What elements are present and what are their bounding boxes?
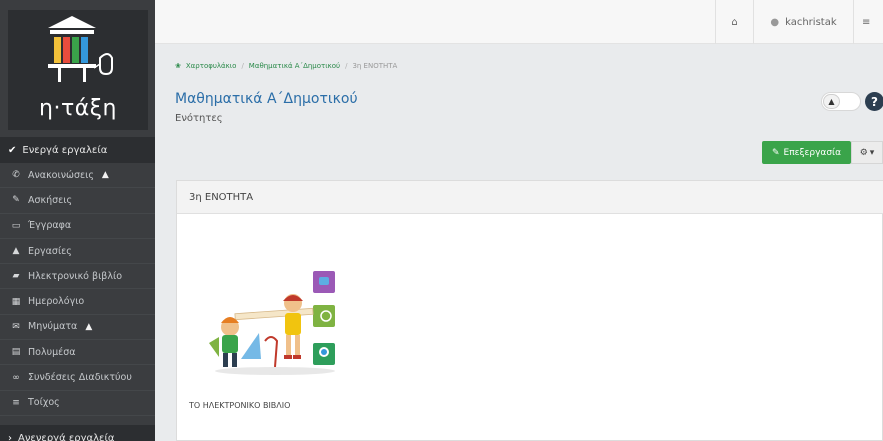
user-icon: ● [770,16,780,28]
sidebar-item-messages[interactable]: ✉ Μηνύματα ▲ [0,315,155,341]
settings-dropdown-button[interactable]: ⚙ ▾ [851,141,883,164]
inactive-tools-label: Ανενεργά εργαλεία [18,432,115,441]
flask-icon: ▲ [12,246,20,257]
ebook-caption[interactable]: ΤΟ ΗΛΕΚΤΡΟΝΙΚΟ ΒΙΒΛΙΟ [189,401,290,410]
edit-icon: ✎ [12,195,20,206]
panel-heading: 3η ΕΝΟΤΗΤΑ [177,181,883,214]
sidebar-item-label: Ηλεκτρονικό βιβλίο [28,270,123,282]
calendar-icon: ▦ [11,296,21,307]
graduation-cap-icon: ▲ [823,94,840,109]
panel-title: 3η ΕΝΟΤΗΤΑ [189,191,254,203]
sidebar-item-documents[interactable]: ▭ Έγγραφα [0,214,155,239]
ebook-illustration[interactable] [205,263,365,381]
megaphone-icon: ✆ [12,170,20,181]
sidebar-item-label: Ημερολόγιο [28,296,85,308]
book-icon: ▰ [12,271,20,282]
help-button[interactable]: ? [865,92,883,111]
sidebar-item-assignments[interactable]: ▲ Εργασίες [0,239,155,265]
sidebar-tool-list: ✆ Ανακοινώσεις ▲ ✎ Ασκήσεις ▭ Έγγραφα ▲ … [0,163,155,416]
top-bar: ⌂ ● kachristak ≡ [155,0,883,44]
logo-text: η·τάξη [39,96,117,121]
breadcrumb-separator: / [241,62,244,70]
film-icon: ▤ [11,347,21,358]
page-frame: η·τάξη ✔ Ενεργά εργαλεία ✆ Ανακοινώσεις … [0,0,883,441]
sidebar-item-label: Πολυμέσα [28,346,76,358]
sidebar: η·τάξη ✔ Ενεργά εργαλεία ✆ Ανακοινώσεις … [0,0,155,441]
chevron-down-icon: ▾ [869,147,875,158]
sidebar-item-label: Μηνύματα [28,321,78,333]
page-title[interactable]: Μαθηματικά Α΄Δημοτικού [175,91,358,107]
sidebar-item-multimedia[interactable]: ▤ Πολυμέσα [0,340,155,366]
sidebar-item-label: Τοίχος [28,397,60,409]
edit-button[interactable]: ✎ Επεξεργασία [762,141,851,164]
username: kachristak [785,16,837,28]
sidebar-item-label: Ασκήσεις [28,194,73,206]
sidebar-item-calendar[interactable]: ▦ Ημερολόγιο [0,289,155,315]
chevron-down-icon: ✔ [8,144,17,156]
link-icon: ∞ [12,372,20,383]
sidebar-item-label: Συνδέσεις Διαδικτύου [28,372,132,384]
sidebar-item-label: Ανακοινώσεις [28,169,94,181]
menu-button[interactable]: ≡ [853,0,883,44]
help-icon: ? [871,94,878,109]
warning-icon: ▲ [101,170,109,181]
envelope-icon: ✉ [12,321,20,332]
breadcrumb-separator: / [345,62,348,70]
portfolio-icon: ❀ [175,62,181,70]
app-logo[interactable]: η·τάξη [8,10,148,130]
gears-icon: ⚙ [859,147,868,158]
breadcrumb-course[interactable]: Μαθηματικά Α΄Δημοτικού [249,62,340,70]
sidebar-item-exercises[interactable]: ✎ Ασκήσεις [0,188,155,214]
inactive-tools-header[interactable]: › Ανενεργά εργαλεία [0,425,155,441]
list-icon: ≡ [12,397,20,408]
sidebar-item-ebook[interactable]: ▰ Ηλεκτρονικό βιβλίο [0,264,155,290]
sidebar-item-wall[interactable]: ≡ Τοίχος [0,391,155,416]
sidebar-item-label: Έγγραφα [28,220,72,232]
sidebar-item-label: Εργασίες [28,245,72,257]
unit-panel: 3η ΕΝΟΤΗΤΑ ΤΟ ΗΛΕΚΤΡΟΝΙΚΟ ΒΙΒΛΙΟ [176,180,883,441]
warning-icon: ▲ [85,321,93,332]
student-view-toggle[interactable]: ▲ [821,92,861,111]
folder-icon: ▭ [11,220,21,231]
menu-icon: ≡ [862,16,871,28]
home-icon: ⌂ [731,16,738,28]
page-subtitle: Ενότητες [175,113,223,124]
logo-building-icon [48,16,113,82]
edit-icon: ✎ [771,147,780,158]
active-tools-header[interactable]: ✔ Ενεργά εργαλεία [0,137,155,163]
home-button[interactable]: ⌂ [715,0,753,44]
breadcrumb-portfolio[interactable]: Χαρτοφυλάκιο [186,62,237,70]
edit-label: Επεξεργασία [783,147,842,158]
user-menu[interactable]: ● kachristak [753,0,853,44]
breadcrumb-current: 3η ΕΝΟΤΗΤΑ [352,62,398,70]
sidebar-item-links[interactable]: ∞ Συνδέσεις Διαδικτύου [0,365,155,391]
active-tools-label: Ενεργά εργαλεία [22,144,108,156]
sidebar-item-announcements[interactable]: ✆ Ανακοινώσεις ▲ [0,163,155,189]
chevron-right-icon: › [8,432,12,441]
breadcrumb: ❀ Χαρτοφυλάκιο / Μαθηματικά Α΄Δημοτικού … [175,62,397,70]
